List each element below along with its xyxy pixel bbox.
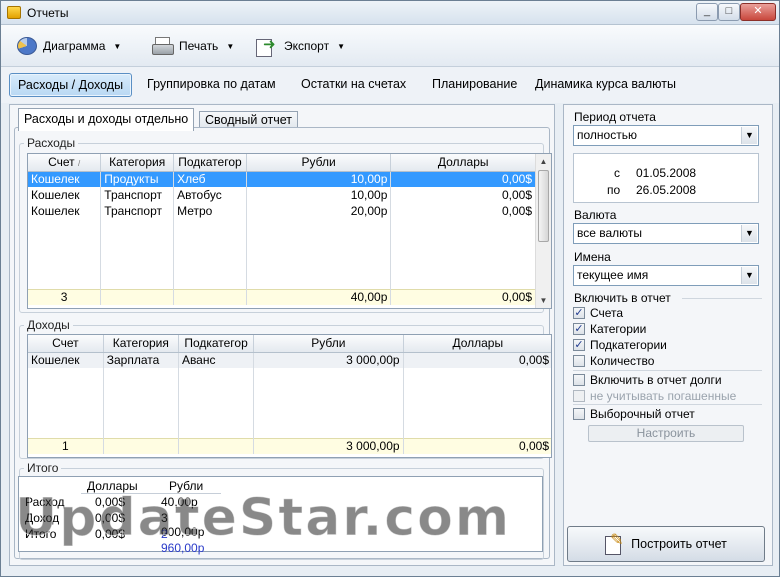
column-header-dollars[interactable]: Доллары (403, 335, 551, 353)
income-table[interactable]: Счет Категория Подкатегор Рубли Доллары … (27, 334, 552, 458)
totals-header-rubles: Рубли (169, 479, 204, 493)
tab-currency-dynamics[interactable]: Динамика курса валюты (527, 73, 684, 97)
checkbox-subcategories[interactable]: ✓ Подкатегории (573, 338, 667, 352)
checkbox-icon[interactable] (573, 374, 585, 386)
chevron-down-icon[interactable]: ▼ (741, 127, 757, 144)
from-date[interactable]: 01.05.2008 (636, 166, 696, 180)
table-footer: 1 3 000,00р 0,00$ (28, 437, 551, 454)
checkbox-icon[interactable] (573, 390, 585, 402)
checkbox-selective-report[interactable]: Выборочный отчет (573, 407, 695, 421)
dropdown-arrow-icon: ▼ (226, 41, 235, 51)
checkbox-icon[interactable] (573, 408, 585, 420)
table-footer: 3 40,00р 0,00$ (28, 288, 536, 305)
export-icon (256, 35, 278, 57)
export-button[interactable]: Экспорт ▼ (256, 33, 345, 59)
table-row[interactable]: Кошелек Транспорт Метро 20,00р 0,00$ (28, 203, 536, 219)
divider (682, 298, 762, 299)
table-row[interactable]: Кошелек Продукты Хлеб 10,00р 0,00$ (28, 171, 536, 187)
column-header-rubles[interactable]: Рубли (253, 335, 404, 353)
totals-title: Итого (24, 461, 62, 475)
report-tabs: Расходы / Доходы Группировка по датам Ос… (1, 67, 779, 103)
divider (573, 370, 762, 371)
toolbar: Диаграмма ▼ Печать ▼ Экспорт ▼ (1, 25, 779, 67)
checkbox-icon[interactable]: ✓ (573, 323, 585, 335)
expenses-table[interactable]: Счет / Категория Подкатегор Рубли Доллар… (27, 153, 552, 309)
chevron-down-icon[interactable]: ▼ (741, 267, 757, 284)
column-header-account[interactable]: Счет (28, 335, 104, 353)
totals-table: Доллары Рубли Расход 0,00$ 40,00р Доход 0,0… (18, 476, 543, 555)
names-label: Имена (574, 250, 611, 264)
expenses-scrollbar[interactable]: ▲ ▼ (535, 154, 551, 308)
print-label: Печать (179, 39, 219, 53)
tab-separate[interactable]: Расходы и доходы отдельно (18, 108, 195, 131)
include-label: Включить в отчет (574, 291, 671, 305)
income-title: Доходы (24, 318, 73, 332)
tab-account-balances[interactable]: Остатки на счетах (293, 73, 414, 97)
empty-row (28, 368, 551, 438)
sort-icon: / (77, 159, 81, 169)
expenses-title: Расходы (24, 136, 79, 150)
tab-planning[interactable]: Планирование (424, 73, 525, 97)
column-header-dollars[interactable]: Доллары (390, 154, 536, 172)
column-header-subcategory[interactable]: Подкатегор (173, 154, 247, 172)
tab-expenses-income[interactable]: Расходы / Доходы (9, 73, 133, 97)
to-date[interactable]: 26.05.2008 (636, 183, 696, 197)
app-folder-icon (7, 6, 21, 19)
divider (573, 404, 762, 405)
title-bar: Отчеты _ □ ✕ (1, 1, 779, 25)
tab-group-by-dates[interactable]: Группировка по датам (139, 73, 284, 97)
to-label: по (607, 183, 621, 197)
checkbox-ignore-paid[interactable]: не учитывать погашенные (573, 389, 736, 403)
checkbox-icon[interactable]: ✓ (573, 339, 585, 351)
checkbox-icon[interactable] (573, 355, 585, 367)
print-button[interactable]: Печать ▼ (151, 33, 234, 59)
settings-panel: Период отчета полностью ▼ с 01.05.2008 п… (563, 104, 773, 566)
pie-chart-icon (17, 37, 37, 55)
names-select[interactable]: текущее имя ▼ (573, 265, 759, 286)
period-dates: с 01.05.2008 по 26.05.2008 (573, 153, 759, 203)
build-report-button[interactable]: Построить отчет (567, 526, 765, 562)
scroll-down-icon[interactable]: ▼ (536, 293, 551, 308)
empty-row (28, 219, 536, 289)
window-title: Отчеты (27, 6, 69, 20)
printer-icon (151, 37, 174, 55)
checkbox-include-debts[interactable]: Включить в отчет долги (573, 373, 722, 387)
column-header-category[interactable]: Категория (103, 335, 179, 353)
close-button[interactable]: ✕ (740, 3, 776, 21)
reports-window: Отчеты _ □ ✕ Диаграмма ▼ Печать ▼ Экспор… (0, 0, 780, 577)
dropdown-arrow-icon: ▼ (337, 41, 346, 51)
currency-select[interactable]: все валюты ▼ (573, 223, 759, 244)
checkbox-quantity[interactable]: Количество (573, 354, 654, 368)
scroll-up-icon[interactable]: ▲ (536, 154, 551, 169)
diagram-label: Диаграмма (43, 39, 106, 53)
period-label: Период отчета (574, 110, 656, 124)
maximize-button[interactable]: □ (718, 3, 740, 21)
setup-button[interactable]: Настроить (588, 425, 744, 442)
checkbox-icon[interactable]: ✓ (573, 307, 585, 319)
currency-label: Валюта (574, 208, 617, 222)
table-row[interactable]: Кошелек Транспорт Автобус 10,00р 0,00$ (28, 187, 536, 203)
minimize-button[interactable]: _ (696, 3, 718, 21)
column-header-account[interactable]: Счет / (28, 154, 102, 172)
checkbox-accounts[interactable]: ✓ Счета (573, 306, 623, 320)
chevron-down-icon[interactable]: ▼ (741, 225, 757, 242)
table-header: Счет / Категория Подкатегор Рубли Доллар… (28, 154, 536, 172)
dropdown-arrow-icon: ▼ (113, 41, 122, 51)
diagram-button[interactable]: Диаграмма ▼ (17, 33, 121, 59)
column-header-rubles[interactable]: Рубли (246, 154, 392, 172)
column-header-subcategory[interactable]: Подкатегор (178, 335, 255, 353)
table-row[interactable]: Кошелек Зарплата Аванс 3 000,00р 0,00$ (28, 352, 551, 368)
column-header-category[interactable]: Категория (100, 154, 175, 172)
totals-header-dollars: Доллары (87, 479, 138, 493)
report-edit-icon (605, 530, 624, 555)
totals-divider (81, 493, 221, 494)
scroll-thumb[interactable] (538, 170, 549, 242)
period-select[interactable]: полностью ▼ (573, 125, 759, 146)
table-header: Счет Категория Подкатегор Рубли Доллары (28, 335, 551, 353)
checkbox-categories[interactable]: ✓ Категории (573, 322, 646, 336)
from-label: с (614, 166, 620, 180)
export-label: Экспорт (284, 39, 330, 53)
